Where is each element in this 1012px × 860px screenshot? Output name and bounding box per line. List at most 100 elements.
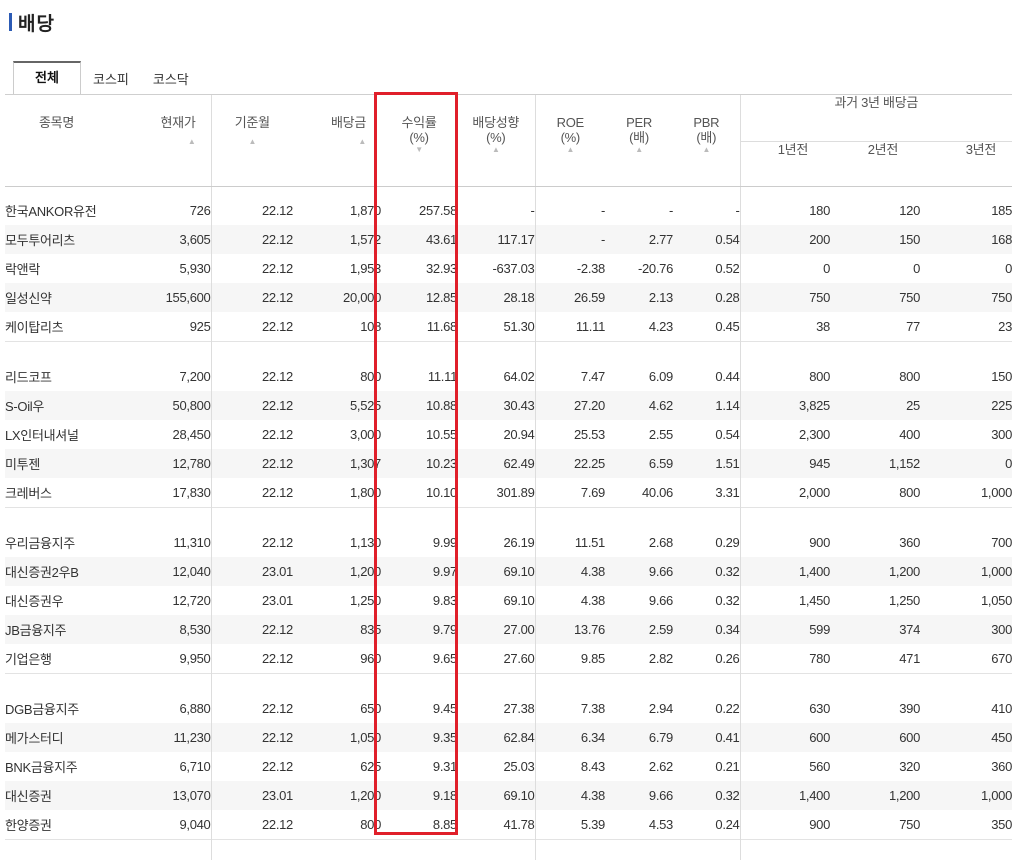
table-row[interactable]: JB금융지주8,53022.128359.7927.0013.762.590.3… — [5, 615, 1012, 644]
cell-stock-name[interactable]: 케이탑리츠 — [5, 312, 117, 342]
col-header-roe[interactable]: ROE (%) ▲ — [535, 95, 605, 187]
cell-dividend-2y: 1,250 — [830, 586, 920, 615]
cell-stock-name[interactable]: 대신증권2우B — [5, 557, 117, 586]
table-row[interactable]: 케이탑리츠92522.1210811.6851.3011.114.230.453… — [5, 312, 1012, 342]
cell-stock-name[interactable]: DGB금융지주 — [5, 694, 117, 723]
table-row[interactable]: S-Oil우50,80022.125,52510.8830.4327.204.6… — [5, 391, 1012, 420]
sort-arrow-icon[interactable]: ▼ — [381, 146, 457, 154]
cell-dividend-1y: 2,300 — [740, 420, 830, 449]
cell-base-month: 22.12 — [211, 449, 293, 478]
cell-stock-name[interactable]: 일성신약 — [5, 283, 117, 312]
cell-stock-name[interactable]: 락앤락 — [5, 254, 117, 283]
sort-arrow-icon[interactable]: ▲ — [673, 146, 740, 154]
cell-dividend: 20,000 — [293, 283, 381, 312]
dividend-table: 종목명 현재가 ▲ 기준월 ▲ 배당금 ▲ 수익률 (%) ▼ 배당성향 (%) — [5, 95, 1012, 860]
cell-base-month: 23.01 — [211, 781, 293, 810]
table-row[interactable]: BNK금융지주6,71022.126259.3125.038.432.620.2… — [5, 752, 1012, 781]
table-row[interactable]: DGB금융지주6,88022.126509.4527.387.382.940.2… — [5, 694, 1012, 723]
col-header-price[interactable]: 현재가 ▲ — [117, 95, 211, 187]
table-row[interactable]: 모두투어리츠3,60522.121,57243.61117.17-2.770.5… — [5, 225, 1012, 254]
table-row[interactable]: 우리금융지주11,31022.121,1309.9926.1911.512.68… — [5, 528, 1012, 557]
cell-base-month: 22.12 — [211, 644, 293, 674]
cell-yield: 10.10 — [381, 478, 457, 508]
sort-arrow-icon[interactable]: ▲ — [457, 146, 535, 154]
cell-stock-name[interactable]: 우리금융지주 — [5, 528, 117, 557]
cell-dividend-3y: 410 — [920, 694, 1012, 723]
sort-arrow-icon[interactable]: ▲ — [605, 146, 673, 154]
cell-payout-ratio: 41.78 — [457, 810, 535, 840]
cell-dividend-2y: 320 — [830, 752, 920, 781]
cell-current-price: 17,830 — [117, 478, 211, 508]
cell-current-price: 11,230 — [117, 723, 211, 752]
cell-per: -20.76 — [605, 254, 673, 283]
sort-arrow-icon[interactable]: ▲ — [293, 138, 366, 146]
cell-payout-ratio: 28.18 — [457, 283, 535, 312]
table-row[interactable]: 미투젠12,78022.121,30710.2362.4922.256.591.… — [5, 449, 1012, 478]
cell-payout-ratio: 27.38 — [457, 694, 535, 723]
cell-dividend-1y: 630 — [740, 694, 830, 723]
cell-stock-name[interactable]: 한국ANKOR유전 — [5, 196, 117, 225]
cell-stock-name[interactable]: 대신증권우 — [5, 586, 117, 615]
cell-stock-name[interactable]: 리드코프 — [5, 362, 117, 391]
tab-all[interactable]: 전체 — [13, 61, 81, 95]
group-spacer — [5, 840, 1012, 860]
table-row[interactable]: 락앤락5,93022.121,95332.93-637.03-2.38-20.7… — [5, 254, 1012, 283]
table-row[interactable]: 대신증권13,07023.011,2009.1869.104.389.660.3… — [5, 781, 1012, 810]
col-header-base-month[interactable]: 기준월 ▲ — [211, 95, 293, 187]
cell-stock-name[interactable]: 메가스터디 — [5, 723, 117, 752]
cell-dividend-1y: 599 — [740, 615, 830, 644]
cell-per: 2.55 — [605, 420, 673, 449]
col-header-payout[interactable]: 배당성향 (%) ▲ — [457, 95, 535, 187]
cell-stock-name[interactable]: 크레버스 — [5, 478, 117, 508]
sort-arrow-icon[interactable]: ▲ — [212, 138, 294, 146]
cell-dividend: 108 — [293, 312, 381, 342]
col-header-yield[interactable]: 수익률 (%) ▼ — [381, 95, 457, 187]
cell-roe: - — [535, 196, 605, 225]
table-row[interactable]: 기업은행9,95022.129609.6527.609.852.820.2678… — [5, 644, 1012, 674]
cell-per: 2.94 — [605, 694, 673, 723]
cell-dividend-2y: 471 — [830, 644, 920, 674]
cell-per: 6.79 — [605, 723, 673, 752]
cell-current-price: 13,070 — [117, 781, 211, 810]
col-header-past-dividends: 과거 3년 배당금 — [740, 95, 1012, 141]
table-row[interactable]: 대신증권2우B12,04023.011,2009.9769.104.389.66… — [5, 557, 1012, 586]
table-row[interactable]: 리드코프7,20022.1280011.1164.027.476.090.448… — [5, 362, 1012, 391]
cell-stock-name[interactable]: JB금융지주 — [5, 615, 117, 644]
tab-kosdaq[interactable]: 코스닥 — [141, 65, 201, 95]
cell-stock-name[interactable]: 기업은행 — [5, 644, 117, 674]
sort-arrow-icon[interactable]: ▲ — [117, 138, 196, 146]
sort-arrow-icon[interactable]: ▲ — [536, 146, 606, 154]
cell-yield: 10.55 — [381, 420, 457, 449]
tab-kospi[interactable]: 코스피 — [81, 65, 141, 95]
cell-per: 2.62 — [605, 752, 673, 781]
cell-roe: 11.51 — [535, 528, 605, 557]
table-row[interactable]: 일성신약155,60022.1220,00012.8528.1826.592.1… — [5, 283, 1012, 312]
cell-stock-name[interactable]: 한양증권 — [5, 810, 117, 840]
cell-stock-name[interactable]: 대신증권 — [5, 781, 117, 810]
cell-stock-name[interactable]: LX인터내셔널 — [5, 420, 117, 449]
group-spacer — [5, 674, 1012, 695]
table-row[interactable]: 한양증권9,04022.128008.8541.785.394.530.2490… — [5, 810, 1012, 840]
cell-stock-name[interactable]: 모두투어리츠 — [5, 225, 117, 254]
cell-stock-name[interactable]: S-Oil우 — [5, 391, 117, 420]
cell-stock-name[interactable]: 미투젠 — [5, 449, 117, 478]
cell-roe: 4.38 — [535, 781, 605, 810]
table-row[interactable]: 대신증권우12,72023.011,2509.8369.104.389.660.… — [5, 586, 1012, 615]
cell-pbr: 0.54 — [673, 420, 740, 449]
cell-pbr: 0.32 — [673, 781, 740, 810]
cell-stock-name[interactable]: BNK금융지주 — [5, 752, 117, 781]
cell-dividend-2y: 600 — [830, 723, 920, 752]
table-row[interactable]: 한국ANKOR유전72622.121,870257.58----18012018… — [5, 196, 1012, 225]
col-header-pbr[interactable]: PBR (배) ▲ — [673, 95, 740, 187]
col-header-per[interactable]: PER (배) ▲ — [605, 95, 673, 187]
table-row[interactable]: LX인터내셔널28,45022.123,00010.5520.9425.532.… — [5, 420, 1012, 449]
table-row[interactable]: 메가스터디11,23022.121,0509.3562.846.346.790.… — [5, 723, 1012, 752]
cell-yield: 12.85 — [381, 283, 457, 312]
table-row[interactable]: 크레버스17,83022.121,80010.10301.897.6940.06… — [5, 478, 1012, 508]
col-header-dividend[interactable]: 배당금 ▲ — [293, 95, 381, 187]
cell-roe: -2.38 — [535, 254, 605, 283]
cell-per: 2.13 — [605, 283, 673, 312]
cell-roe: 13.76 — [535, 615, 605, 644]
cell-dividend-2y: 360 — [830, 528, 920, 557]
cell-per: 40.06 — [605, 478, 673, 508]
